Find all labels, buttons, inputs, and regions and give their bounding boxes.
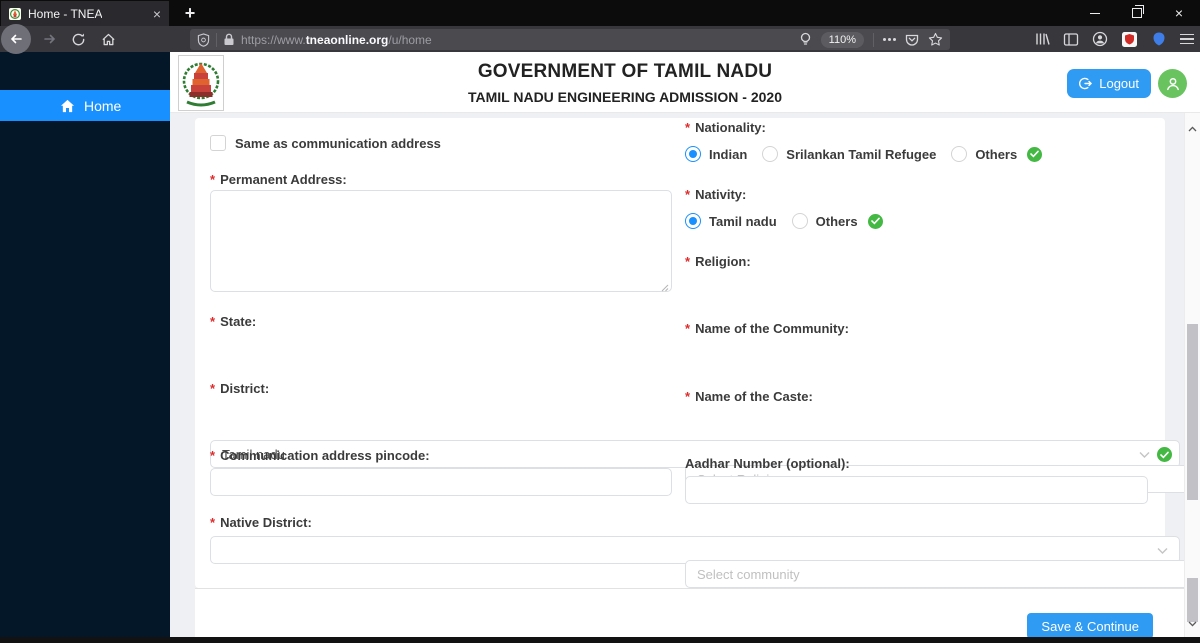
header-titles: GOVERNMENT OF TAMIL NADU TAMIL NADU ENGI… xyxy=(170,61,1080,105)
back-arrow-icon xyxy=(10,34,22,44)
same-address-label: Same as communication address xyxy=(235,135,441,151)
home-icon xyxy=(60,99,75,112)
forward-arrow-icon xyxy=(44,34,56,44)
window-controls: × xyxy=(1074,0,1200,26)
user-avatar[interactable] xyxy=(1158,69,1187,98)
content-area: Same as communication address * Permanent… xyxy=(170,113,1200,639)
url-text: https://www.tneaonline.org/u/home xyxy=(241,32,432,47)
bookmark-star-icon[interactable] xyxy=(928,32,943,47)
toolbar-right-icons xyxy=(1034,26,1194,52)
aadhar-input[interactable] xyxy=(685,476,1148,504)
community-select[interactable]: Select community xyxy=(685,560,1200,588)
aadhar-label: Aadhar Number (optional): xyxy=(685,456,850,471)
logout-label: Logout xyxy=(1099,76,1139,91)
verified-icon xyxy=(1027,146,1043,162)
religion-label: * Religion: xyxy=(685,254,751,269)
home-icon xyxy=(101,33,115,45)
zoom-level-badge[interactable]: 110% xyxy=(820,31,864,48)
radio-srilankan-tamil-refugee[interactable]: Srilankan Tamil Refugee xyxy=(762,146,936,162)
library-icon[interactable] xyxy=(1034,31,1050,47)
tab-favicon-icon xyxy=(9,7,21,20)
scrollbar-thumb[interactable] xyxy=(1187,578,1198,622)
reload-button[interactable] xyxy=(66,27,90,51)
nativity-label: * Nativity: xyxy=(685,187,747,202)
browser-tab[interactable]: Home - TNEA × xyxy=(1,1,169,26)
forward-button[interactable] xyxy=(38,27,62,51)
window-minimize-button[interactable] xyxy=(1074,0,1116,26)
same-address-checkbox[interactable] xyxy=(210,135,226,151)
scroll-down-icon[interactable] xyxy=(1185,617,1200,631)
app-header: GOVERNMENT OF TAMIL NADU TAMIL NADU ENGI… xyxy=(170,52,1200,113)
verified-icon xyxy=(1157,447,1172,462)
caste-label: * Name of the Caste: xyxy=(685,389,813,404)
extension-blue-icon[interactable] xyxy=(1151,31,1167,47)
app-sidebar: Home xyxy=(0,52,170,637)
logout-button[interactable]: Logout xyxy=(1067,69,1151,98)
state-label: * State: xyxy=(210,314,257,329)
reload-icon xyxy=(72,33,84,45)
window-close-button[interactable]: × xyxy=(1158,0,1200,26)
home-button[interactable] xyxy=(96,27,120,51)
user-icon xyxy=(1166,77,1179,90)
pocket-icon[interactable] xyxy=(905,33,919,47)
vertical-scrollbar[interactable] xyxy=(1184,113,1200,637)
page-subtitle: TAMIL NADU ENGINEERING ADMISSION - 2020 xyxy=(467,89,782,105)
radio-indian[interactable]: Indian xyxy=(685,146,747,162)
verified-icon xyxy=(867,213,883,229)
window-restore-button[interactable] xyxy=(1116,0,1158,26)
window-bottom-edge xyxy=(0,637,1200,643)
logout-icon xyxy=(1079,77,1093,90)
sidebar-item-home[interactable]: Home xyxy=(0,90,170,121)
form-card: Same as communication address * Permanent… xyxy=(195,118,1200,588)
url-bar[interactable]: https://www.tneaonline.org/u/home 110% xyxy=(190,29,950,50)
radio-tamil-nadu[interactable]: Tamil nadu xyxy=(685,213,777,229)
browser-window: Home - TNEA × + × https://www.tneaonline… xyxy=(0,0,1200,643)
account-icon[interactable] xyxy=(1092,31,1108,47)
pincode-label: * Communication address pincode: xyxy=(210,448,430,463)
urlbar-separator xyxy=(873,32,874,47)
resize-handle-icon[interactable] xyxy=(661,284,669,292)
chevron-down-icon xyxy=(1157,548,1168,554)
sidebar-toggle-icon[interactable] xyxy=(1063,32,1079,47)
permanent-address-textarea[interactable] xyxy=(210,190,672,292)
shield-icon[interactable] xyxy=(197,32,210,47)
community-label: * Name of the Community: xyxy=(685,321,849,336)
nativity-radio-group: Tamil nadu Others xyxy=(685,213,1148,229)
pincode-input[interactable] xyxy=(210,468,672,496)
menu-hamburger-icon[interactable] xyxy=(1180,33,1194,45)
nationality-radio-group: Indian Srilankan Tamil Refugee Others xyxy=(685,146,1148,162)
urlbar-separator xyxy=(216,32,217,47)
native-district-label: * Native District: xyxy=(210,515,312,530)
page-title: GOVERNMENT OF TAMIL NADU xyxy=(477,61,773,82)
permanent-address-label: * Permanent Address: xyxy=(210,172,347,187)
radio-nativity-others[interactable]: Others xyxy=(791,213,883,229)
tab-bar: Home - TNEA × + × xyxy=(0,0,1200,26)
lock-icon[interactable] xyxy=(223,33,235,46)
scrollbar-thumb[interactable] xyxy=(1187,324,1198,500)
sidebar-item-label: Home xyxy=(84,97,122,114)
form-footer: Save & Continue xyxy=(195,588,1184,639)
tab-close-icon[interactable]: × xyxy=(153,7,161,21)
district-label: * District: xyxy=(210,381,270,396)
tab-title: Home - TNEA xyxy=(28,6,103,21)
back-button[interactable] xyxy=(1,24,31,54)
page-action-lightbulb-icon[interactable] xyxy=(799,32,812,47)
nationality-label: * Nationality: xyxy=(685,120,766,135)
save-continue-button[interactable]: Save & Continue xyxy=(1027,613,1153,639)
extension-red-icon[interactable] xyxy=(1121,31,1138,48)
new-tab-button[interactable]: + xyxy=(177,0,203,26)
page-actions-icon[interactable] xyxy=(883,38,896,41)
radio-nationality-others[interactable]: Others xyxy=(951,146,1043,162)
scroll-up-icon[interactable] xyxy=(1185,122,1200,136)
